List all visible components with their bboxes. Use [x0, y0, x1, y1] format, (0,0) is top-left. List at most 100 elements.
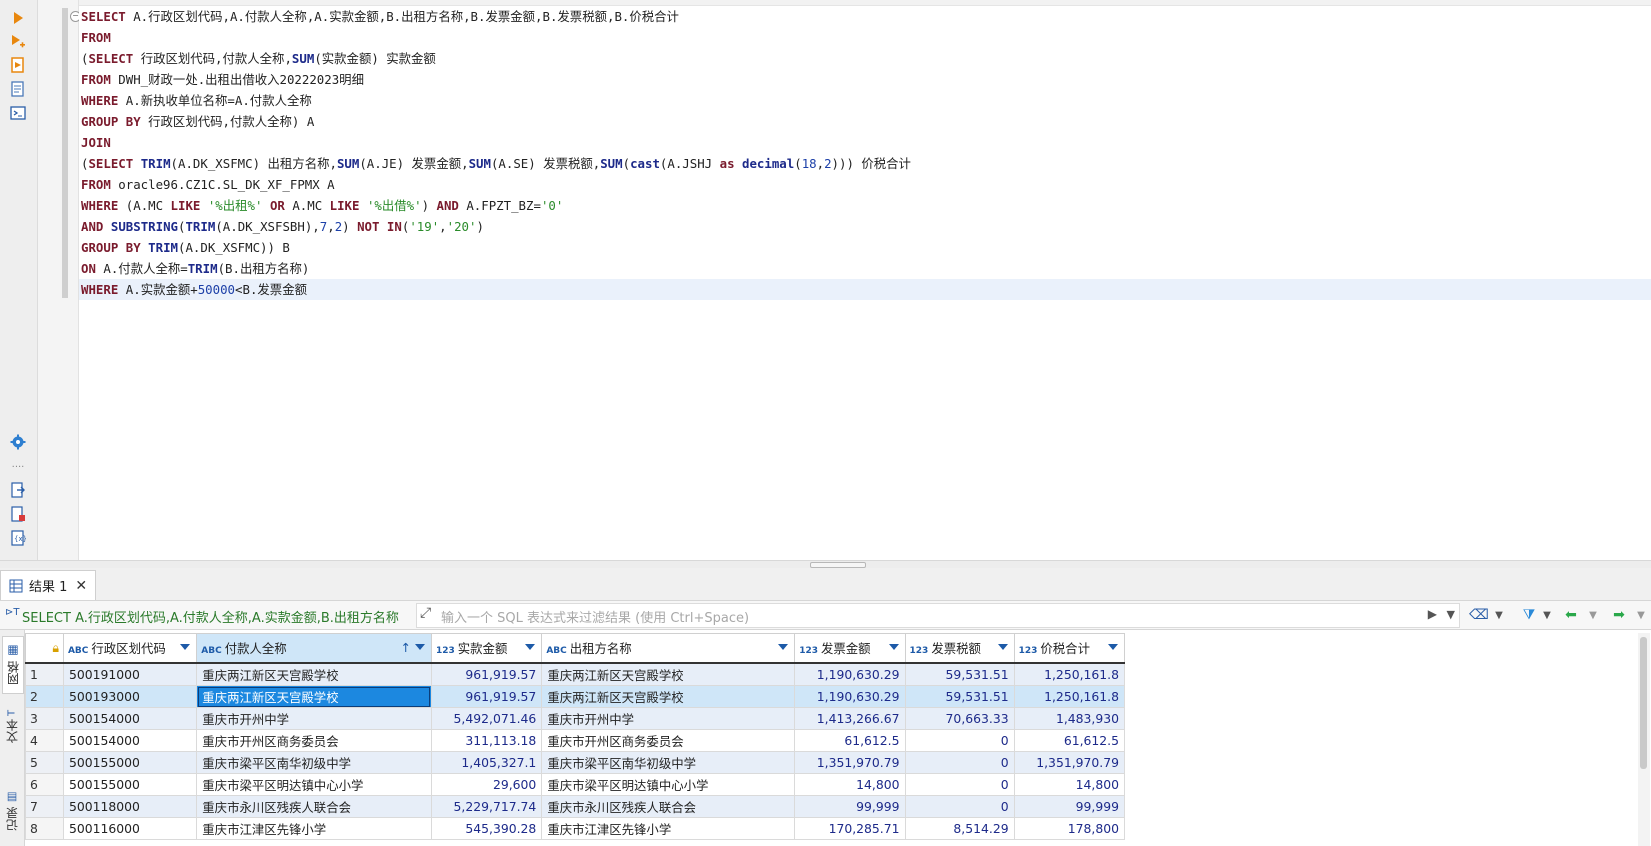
grid-cell[interactable]: 重庆市开州区商务委员会 — [196, 729, 432, 752]
grid-cell[interactable]: 0 — [904, 751, 1015, 774]
filter-apply-icon[interactable]: ▶ — [1428, 607, 1437, 621]
grid-cell[interactable]: 重庆市江津区先锋小学 — [541, 817, 796, 840]
column-header-region-code[interactable]: ABC 行政区划代码 — [62, 633, 198, 664]
row-number-header[interactable]: 🔒︎ — [25, 633, 64, 664]
row-number[interactable]: 7 — [25, 795, 64, 818]
code-line[interactable]: SELECT A.行政区划代码,A.付款人全称,A.实款金额,B.出租方名称,B… — [79, 6, 1651, 27]
grid-cell[interactable]: 1,405,327.1 — [430, 751, 543, 774]
grid-cell[interactable]: 1,250,161.8 — [1013, 685, 1126, 708]
grid-cell[interactable]: 961,919.57 — [430, 662, 543, 686]
column-header-invoice-amount[interactable]: 123 发票金额 — [794, 633, 906, 664]
grid-cell[interactable]: 重庆市开州中学 — [196, 707, 432, 730]
grid-cell[interactable]: 0 — [904, 773, 1015, 796]
grid-cell[interactable]: 1,413,266.67 — [794, 707, 906, 730]
code-line[interactable]: GROUP BY 行政区划代码,付款人全称) A — [79, 111, 1651, 132]
grid-cell[interactable]: 99,999 — [1013, 795, 1126, 818]
grid-cell[interactable]: 29,600 — [430, 773, 543, 796]
explain-plan-icon[interactable] — [8, 79, 28, 99]
execute-statement-icon[interactable] — [8, 8, 28, 28]
scrollbar-thumb[interactable] — [1640, 637, 1647, 769]
grid-cell[interactable]: 5,229,717.74 — [430, 795, 543, 818]
code-line[interactable]: FROM oracle96.CZ1C.SL_DK_XF_FPMX A — [79, 174, 1651, 195]
grid-cell[interactable]: 59,531.51 — [904, 662, 1015, 686]
grid-cell[interactable]: 重庆市梁平区南华初级中学 — [541, 751, 796, 774]
expand-filter-icon[interactable]: ⤢ — [420, 605, 431, 621]
console-icon[interactable] — [8, 103, 28, 123]
grid-cell[interactable]: 重庆两江新区天宫殿学校 — [541, 685, 796, 708]
code-line[interactable]: WHERE A.实款金额+50000<B.发票金额 — [79, 279, 1651, 300]
grid-cell[interactable]: 500191000 — [62, 662, 198, 686]
grid-cell[interactable]: 重庆市梁平区明达镇中心小学 — [541, 773, 796, 796]
sort-ascending-icon[interactable]: ↑ — [401, 640, 411, 655]
side-tab-record[interactable]: 记录 ▤ — [2, 780, 22, 842]
grid-cell[interactable]: 545,390.28 — [430, 817, 543, 840]
funnel-dropdown-icon[interactable]: ▼ — [1538, 605, 1556, 625]
grid-cell[interactable]: 61,612.5 — [1013, 729, 1126, 752]
row-number[interactable]: 1 — [25, 662, 64, 686]
export-icon[interactable] — [8, 480, 28, 500]
table-row[interactable]: 4 500154000 重庆市开州区商务委员会 311,113.18 重庆市开州区商务委… — [25, 729, 1126, 752]
arrow-left-dropdown-icon[interactable]: ▼ — [1584, 605, 1602, 625]
code-line[interactable]: FROM DWH_财政一处.出租出借收入20222023明细 — [79, 69, 1651, 90]
table-row[interactable]: 5 500155000 重庆市梁平区南华初级中学 1,405,327.1 重庆市梁平区南… — [25, 751, 1126, 774]
row-number[interactable]: 4 — [25, 729, 64, 752]
row-number[interactable]: 6 — [25, 773, 64, 796]
arrow-right-dropdown-icon[interactable]: ▼ — [1632, 605, 1650, 625]
column-header-total-with-tax[interactable]: 123 价税合计 — [1013, 633, 1126, 664]
grid-cell[interactable]: 重庆市开州区商务委员会 — [541, 729, 796, 752]
grid-cell[interactable]: 重庆两江新区天宫殿学校 — [541, 662, 796, 686]
grid-cell[interactable]: 重庆两江新区天宫殿学校 — [196, 662, 432, 686]
tab-results-1[interactable]: 结果 1 ✕ — [0, 570, 97, 600]
code-line[interactable]: (SELECT 行政区划代码,付款人全称,SUM(实款金额) 实款金额 — [79, 48, 1651, 69]
grid-cell[interactable]: 8,514.29 — [904, 817, 1015, 840]
column-filter-icon[interactable] — [414, 644, 425, 650]
table-row[interactable]: 1 500191000 重庆两江新区天宫殿学校 961,919.57 重庆两江新区天宫殿… — [25, 662, 1126, 686]
column-filter-icon[interactable] — [180, 644, 191, 650]
grid-cell[interactable]: 961,919.57 — [430, 685, 543, 708]
grid-cell[interactable]: 1,483,930 — [1013, 707, 1126, 730]
table-row[interactable]: 6 500155000 重庆市梁平区明达镇中心小学 29,600 重庆市梁平区明达镇中心… — [25, 773, 1126, 796]
row-number[interactable]: 8 — [25, 817, 64, 840]
grid-cell[interactable]: 重庆市梁平区明达镇中心小学 — [196, 773, 432, 796]
grid-cell[interactable]: 14,800 — [1013, 773, 1126, 796]
file-error-icon[interactable] — [8, 504, 28, 524]
grid-vertical-scrollbar[interactable] — [1638, 633, 1650, 846]
grid-cell[interactable]: 重庆市永川区残疾人联合会 — [196, 795, 432, 818]
grid-cell[interactable]: 5,492,071.46 — [430, 707, 543, 730]
filter-history-dropdown-icon[interactable]: ▼ — [1447, 608, 1455, 621]
close-icon[interactable]: ✕ — [75, 578, 87, 594]
column-header-payer-name[interactable]: ABC 付款人全称 ↑ — [196, 633, 432, 664]
side-tab-grid[interactable]: 网格 ▦ — [2, 636, 24, 694]
row-number[interactable]: 2 — [25, 685, 64, 708]
code-line[interactable]: ON A.付款人全称=TRIM(B.出租方名称) — [79, 258, 1651, 279]
query-preview[interactable]: SELECT A.行政区划代码,A.付款人全称,A.实款金额,B.出租方名称 — [22, 607, 414, 626]
grid-cell[interactable]: 14,800 — [794, 773, 906, 796]
column-filter-icon[interactable] — [888, 644, 899, 650]
column-filter-icon[interactable] — [997, 644, 1008, 650]
eraser-icon[interactable]: ⌫ — [1469, 605, 1489, 625]
column-filter-icon[interactable] — [525, 644, 536, 650]
grid-cell[interactable]: 1,250,161.8 — [1013, 662, 1126, 686]
code-line[interactable]: WHERE (A.MC LIKE '%出租%' OR A.MC LIKE '%出… — [79, 195, 1651, 216]
filter-input[interactable] — [441, 608, 1457, 628]
code-line[interactable]: AND SUBSTRING(TRIM(A.DK_XSFSBH),7,2) NOT… — [79, 216, 1651, 237]
grid-cell[interactable]: 311,113.18 — [430, 729, 543, 752]
grid-cell[interactable]: 0 — [904, 729, 1015, 752]
grid-cell[interactable]: 500155000 — [62, 773, 198, 796]
grid-cell[interactable]: 1,190,630.29 — [794, 685, 906, 708]
code-line[interactable]: FROM — [79, 27, 1651, 48]
grid-cell[interactable]: 500118000 — [62, 795, 198, 818]
column-filter-icon[interactable] — [778, 644, 789, 650]
table-row[interactable]: 7 500118000 重庆市永川区残疾人联合会 5,229,717.74 重庆市永川区… — [25, 795, 1126, 818]
table-row[interactable]: 8 500116000 重庆市江津区先锋小学 545,390.28 重庆市江津区先锋小学… — [25, 817, 1126, 840]
code-line[interactable]: GROUP BY TRIM(A.DK_XSFMC)) B — [79, 237, 1651, 258]
execute-in-new-tab-icon[interactable] — [8, 32, 28, 52]
grid-cell[interactable]: 500154000 — [62, 707, 198, 730]
grid-cell[interactable]: 重庆市江津区先锋小学 — [196, 817, 432, 840]
column-header-actual-amount[interactable]: 123 实款金额 — [430, 633, 543, 664]
column-header-lessor-name[interactable]: ABC 出租方名称 — [541, 633, 796, 664]
grid-cell[interactable]: 500154000 — [62, 729, 198, 752]
code-line[interactable]: JOIN — [79, 132, 1651, 153]
eraser-dropdown-icon[interactable]: ▼ — [1490, 605, 1508, 625]
grid-cell[interactable]: 61,612.5 — [794, 729, 906, 752]
